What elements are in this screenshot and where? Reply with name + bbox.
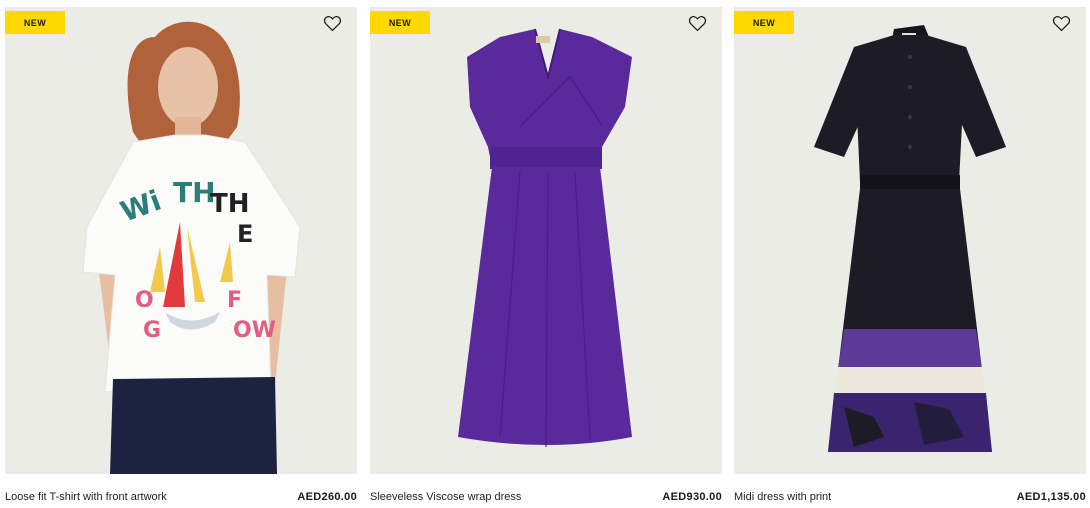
product-name[interactable]: Midi dress with print	[734, 491, 831, 503]
new-badge: NEW	[5, 11, 65, 34]
svg-text:G: G	[143, 318, 161, 343]
svg-text:F: F	[227, 288, 242, 313]
heart-outline-icon[interactable]	[686, 13, 708, 33]
new-badge: NEW	[370, 11, 430, 34]
svg-text:TH: TH	[210, 189, 250, 219]
product-name[interactable]: Loose fit T-shirt with front artwork	[5, 491, 167, 503]
product-image[interactable]	[370, 7, 722, 474]
product-card[interactable]: NEW Sleeveless Viscose wrap dress AED930…	[370, 0, 722, 508]
heart-outline-icon[interactable]	[1050, 13, 1072, 33]
product-meta: Sleeveless Viscose wrap dress AED930.00	[370, 488, 722, 506]
product-meta: Loose fit T-shirt with front artwork AED…	[5, 488, 357, 506]
svg-text:OW: OW	[233, 318, 276, 343]
product-price: AED260.00	[297, 491, 357, 503]
svg-text:E: E	[237, 220, 253, 248]
product-price: AED930.00	[662, 491, 722, 503]
heart-outline-icon[interactable]	[321, 13, 343, 33]
product-name[interactable]: Sleeveless Viscose wrap dress	[370, 491, 521, 503]
black-midi-dress-photo	[814, 25, 1006, 452]
product-price: AED1,135.00	[1016, 491, 1086, 503]
product-image[interactable]: Wi TH TH E O G F OW	[5, 7, 357, 474]
new-badge: NEW	[734, 11, 794, 34]
product-card[interactable]: Wi TH TH E O G F OW NEW Loose fit T-shir…	[5, 0, 357, 508]
model-tshirt-photo: Wi TH TH E O G F OW	[82, 21, 301, 474]
product-meta: Midi dress with print AED1,135.00	[734, 488, 1086, 506]
purple-wrap-dress-photo	[458, 28, 632, 448]
product-image[interactable]	[734, 7, 1086, 474]
product-grid: Wi TH TH E O G F OW NEW Loose fit T-shir…	[0, 0, 1090, 508]
product-card[interactable]: NEW Midi dress with print AED1,135.00	[734, 0, 1086, 508]
